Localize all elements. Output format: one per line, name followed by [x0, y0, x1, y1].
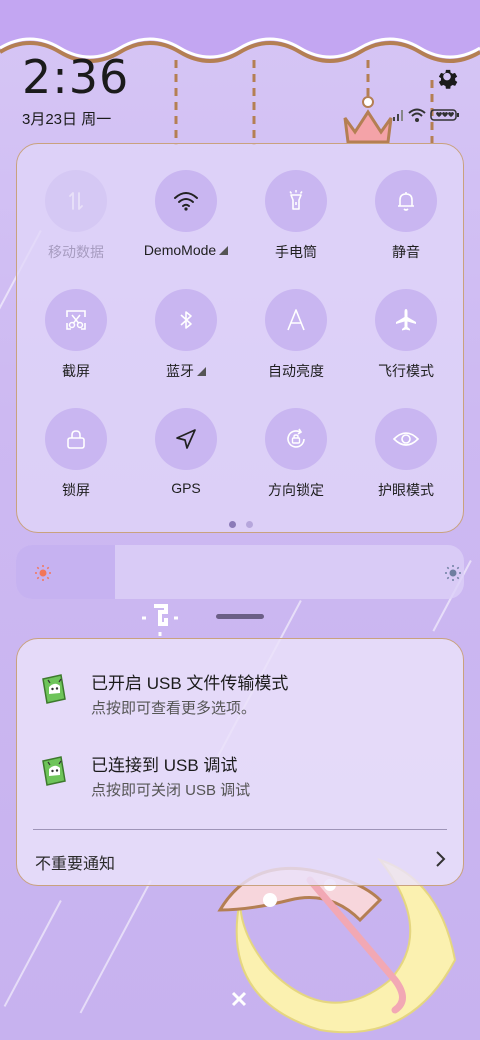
tile-label: 截屏: [62, 363, 90, 379]
wifi-status-icon: [408, 108, 426, 122]
unimportant-notifications-label: 不重要通知: [35, 856, 116, 873]
more-options-indicator-icon: [219, 245, 229, 255]
tile-button[interactable]: [45, 289, 107, 351]
tile-gps[interactable]: GPS: [131, 408, 241, 500]
wifi-icon: [174, 192, 198, 211]
screenshot-icon: [66, 310, 86, 330]
tile-button[interactable]: [265, 408, 327, 470]
tile-button[interactable]: [265, 289, 327, 351]
tile-button[interactable]: [45, 408, 107, 470]
tile-label: 静音: [392, 244, 420, 260]
tile-label: 移动数据: [48, 244, 104, 260]
page-indicator: [17, 521, 465, 528]
page-dot-active: [229, 521, 236, 528]
mobile-data-icon: [69, 192, 83, 210]
tile-label: 护眼模式: [378, 482, 434, 498]
tile-button[interactable]: [155, 408, 217, 470]
tile-button[interactable]: [155, 170, 217, 232]
date-text[interactable]: 3月23日 周一: [22, 108, 111, 129]
tile-label: DemoMode: [144, 242, 229, 258]
tile-label: GPS: [171, 480, 201, 496]
brightness-slider[interactable]: [16, 545, 464, 599]
brightness-level-fill: [16, 545, 115, 599]
lock-icon: [67, 430, 85, 449]
tile-wifi[interactable]: DemoMode: [131, 170, 241, 262]
bell-icon: [398, 192, 414, 211]
tile-label: 蓝牙: [166, 361, 206, 381]
quick-settings-panel: 移动数据 DemoMode 手电筒 静音 截屏 蓝牙 自动亮度 飞行模式 锁屏 …: [16, 143, 464, 533]
notification-panel: 已开启 USB 文件传输模式 点按即可查看更多选项。 已连接到 USB 调试 点…: [16, 638, 464, 886]
tile-auto-brightness[interactable]: 自动亮度: [241, 289, 351, 381]
settings-gear-icon[interactable]: [434, 66, 460, 92]
bluetooth-icon: [180, 311, 192, 329]
tile-label: 手电筒: [275, 244, 317, 260]
tile-button[interactable]: [45, 170, 107, 232]
battery-icon: [430, 109, 459, 121]
brightness-high-icon: [445, 565, 461, 581]
more-options-indicator-icon: [197, 366, 206, 376]
tile-eye-comfort[interactable]: 护眼模式: [351, 408, 461, 500]
clock-time[interactable]: 2:36: [22, 50, 129, 104]
tile-label: 方向锁定: [268, 482, 324, 498]
tile-button[interactable]: [265, 170, 327, 232]
tile-flashlight[interactable]: 手电筒: [241, 170, 351, 262]
cross-decoration: [231, 991, 247, 1007]
airplane-icon: [396, 309, 416, 331]
tile-button[interactable]: [375, 408, 437, 470]
tile-mobile-data[interactable]: 移动数据: [21, 170, 131, 262]
notification-usb-debug[interactable]: 已连接到 USB 调试 点按即可关闭 USB 调试: [17, 721, 465, 799]
rotation-lock-icon: [287, 428, 305, 448]
signal-icon: [393, 110, 403, 121]
quick-settings-grid: 移动数据 DemoMode 手电筒 静音 截屏 蓝牙 自动亮度 飞行模式 锁屏 …: [17, 170, 465, 500]
notification-title: 已连接到 USB 调试: [91, 756, 238, 775]
tile-button[interactable]: [375, 170, 437, 232]
android-debug-icon: [42, 674, 66, 704]
tile-label: 自动亮度: [268, 363, 324, 379]
tile-label: 飞行模式: [378, 363, 434, 379]
tile-button[interactable]: [155, 289, 217, 351]
notification-title: 已开启 USB 文件传输模式: [91, 674, 289, 693]
tile-bluetooth[interactable]: 蓝牙: [131, 289, 241, 381]
notification-body: 点按即可查看更多选项。: [91, 700, 257, 717]
notification-usb-transfer[interactable]: 已开启 USB 文件传输模式 点按即可查看更多选项。: [17, 639, 465, 717]
unimportant-notifications-row[interactable]: 不重要通知: [17, 830, 463, 886]
notification-body: 点按即可关闭 USB 调试: [91, 782, 251, 799]
sparkle-decoration: [142, 604, 178, 636]
auto-brightness-icon: [287, 309, 305, 331]
status-icons: [392, 108, 460, 122]
flashlight-icon: [289, 190, 303, 210]
tile-button[interactable]: [375, 289, 437, 351]
panel-drag-handle[interactable]: [216, 614, 264, 619]
android-debug-icon: [42, 756, 66, 786]
tile-silent[interactable]: 静音: [351, 170, 461, 262]
tile-airplane-mode[interactable]: 飞行模式: [351, 289, 461, 381]
tile-label: 锁屏: [62, 482, 90, 498]
tile-lock-screen[interactable]: 锁屏: [21, 408, 131, 500]
brightness-low-icon: [35, 565, 51, 581]
eye-icon: [392, 432, 420, 446]
location-icon: [176, 429, 196, 449]
tile-rotation-lock[interactable]: 方向锁定: [241, 408, 351, 500]
tile-screenshot[interactable]: 截屏: [21, 289, 131, 381]
page-dot: [246, 521, 253, 528]
chevron-right-icon: [436, 851, 446, 867]
